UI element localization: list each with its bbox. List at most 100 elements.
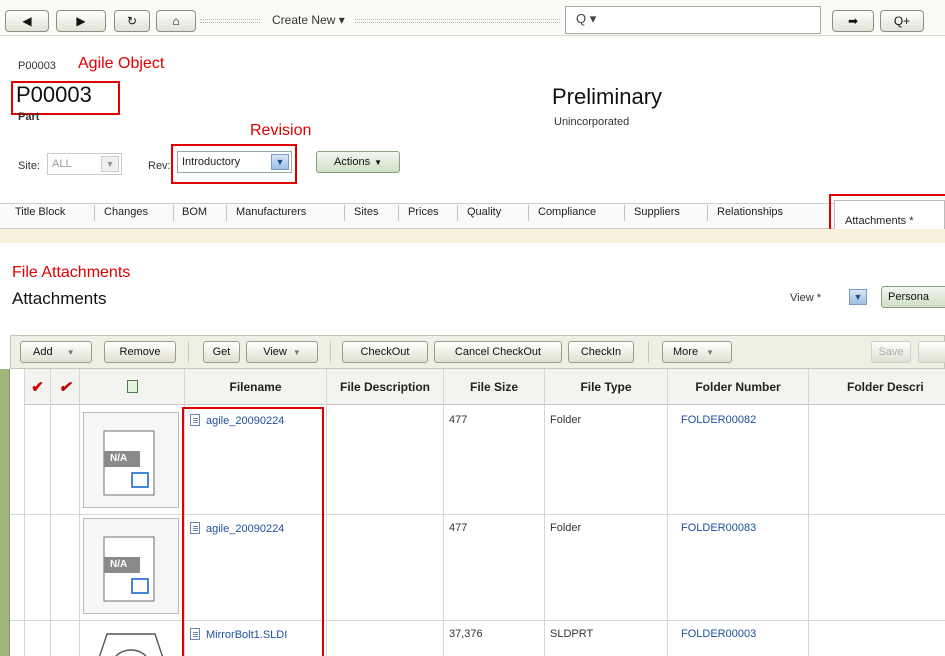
checkin-button[interactable]: CheckIn [568,341,634,363]
actions-button[interactable]: Actions ▼ [316,151,400,173]
tab-content-band [0,229,945,243]
add-button[interactable]: Add ▼ [20,341,92,363]
quick-search-box[interactable]: Q ▾ [565,6,821,34]
back-button[interactable]: ◀ [5,10,49,32]
section-title: Attachments [12,289,107,308]
tab-divider [173,205,174,221]
personalize-label: Persona [888,291,929,303]
column-header-thumbnail[interactable] [80,369,184,405]
chevron-down-icon: ▼ [66,347,75,357]
row-divider [10,620,945,621]
add-label: Add [33,346,53,358]
create-new-label: Create New [272,13,336,27]
advanced-search-button[interactable]: Q+ [880,10,924,32]
get-button[interactable]: Get [203,341,240,363]
grid-line [808,369,809,656]
grid-line [443,369,444,656]
remove-label: Remove [119,346,161,358]
more-button[interactable]: More ▼ [662,341,732,363]
revision-value: Introductory [182,156,241,168]
create-new-menu[interactable]: Create New ▾ [272,13,345,27]
tab-divider [226,205,227,221]
cancel-button[interactable] [918,341,945,363]
column-header-file-description[interactable]: File Description [327,369,443,405]
folder-number-link[interactable]: FOLDER00003 [681,628,756,640]
file-size-cell: 477 [449,522,468,534]
tab-divider [707,205,708,221]
unavailable-preview-icon [103,430,155,496]
chevron-down-icon: ▼ [271,154,289,170]
cancel-checkout-button[interactable]: Cancel CheckOut [434,341,562,363]
toolbar-divider [330,341,331,363]
tab-sites[interactable]: Sites [354,206,378,218]
grid-line [544,369,545,656]
forward-button[interactable]: ▶ [56,10,106,32]
checkout-button[interactable]: CheckOut [342,341,428,363]
tab-divider [94,205,95,221]
bolt-part-preview-icon [98,633,164,656]
column-header-folder-number[interactable]: Folder Number [668,369,808,405]
column-header-filename[interactable]: Filename [185,369,326,405]
file-thumbnail[interactable]: N/A [83,412,179,508]
tab-quality[interactable]: Quality [467,206,501,218]
tab-manufacturers[interactable]: Manufacturers [236,206,306,218]
go-button[interactable]: ➡ [832,10,874,32]
arrow-right-icon: ➡ [847,14,859,28]
grid-line [326,369,327,656]
row-divider [10,514,945,515]
folder-number-link[interactable]: FOLDER00082 [681,414,756,426]
cancel-checkout-label: Cancel CheckOut [454,346,542,358]
column-header-folder-description[interactable]: Folder Descri [809,369,945,405]
site-value: ALL [52,158,72,170]
column-header-checked[interactable]: ✔ [25,369,50,405]
check-icon: ✔ [31,378,44,396]
tab-compliance[interactable]: Compliance [538,206,596,218]
revision-select[interactable]: Introductory ▼ [177,151,292,173]
toolbar-divider [200,19,260,23]
tab-suppliers[interactable]: Suppliers [634,206,680,218]
chevron-down-icon: ▼ [374,157,382,167]
tab-prices[interactable]: Prices [408,206,439,218]
view-select[interactable]: ▼ [845,287,867,309]
file-thumbnail[interactable] [83,624,179,656]
tab-divider [528,205,529,221]
save-button[interactable]: Save [871,341,911,363]
tab-bom[interactable]: BOM [182,206,207,218]
tab-title-block[interactable]: Title Block [15,206,65,218]
column-header-file-size[interactable]: File Size [444,369,544,405]
remove-button[interactable]: Remove [104,341,176,363]
home-icon: ⌂ [172,14,180,28]
actions-label: Actions [334,156,371,168]
site-select[interactable]: ALL ▼ [47,153,122,175]
add-search-icon: Q+ [893,14,911,28]
column-header-file-type[interactable]: File Type [545,369,667,405]
refresh-button[interactable]: ↻ [114,10,150,32]
view-file-button[interactable]: View ▼ [246,341,318,363]
home-button[interactable]: ⌂ [156,10,196,32]
view-label: View [263,346,287,358]
annotation-agile-object: Agile Object [78,55,165,72]
tab-divider [457,205,458,221]
personalize-button[interactable]: Persona [881,286,945,308]
annotation-file-attachments: File Attachments [12,264,131,281]
file-type-cell: SLDPRT [550,628,594,640]
forward-arrow-icon: ▶ [76,14,86,28]
grid-line [24,369,25,656]
checkin-label: CheckIn [580,346,622,358]
more-label: More [673,346,699,358]
checkout-label: CheckOut [360,346,410,358]
file-thumbnail[interactable]: N/A [83,518,179,614]
lifecycle-substatus: Unincorporated [554,116,630,128]
back-arrow-icon: ◀ [22,14,32,28]
page-title: P00003 [16,82,92,107]
get-label: Get [212,346,231,358]
column-header-redline[interactable]: ✔ [51,369,79,405]
save-label: Save [878,346,904,358]
folder-number-link[interactable]: FOLDER00083 [681,522,756,534]
file-type-cell: Folder [550,414,582,426]
grid-line [79,369,80,656]
tab-changes[interactable]: Changes [104,206,148,218]
annotation-revision: Revision [250,122,312,139]
tab-relationships[interactable]: Relationships [717,206,783,218]
chevron-down-icon: ▼ [292,347,301,357]
